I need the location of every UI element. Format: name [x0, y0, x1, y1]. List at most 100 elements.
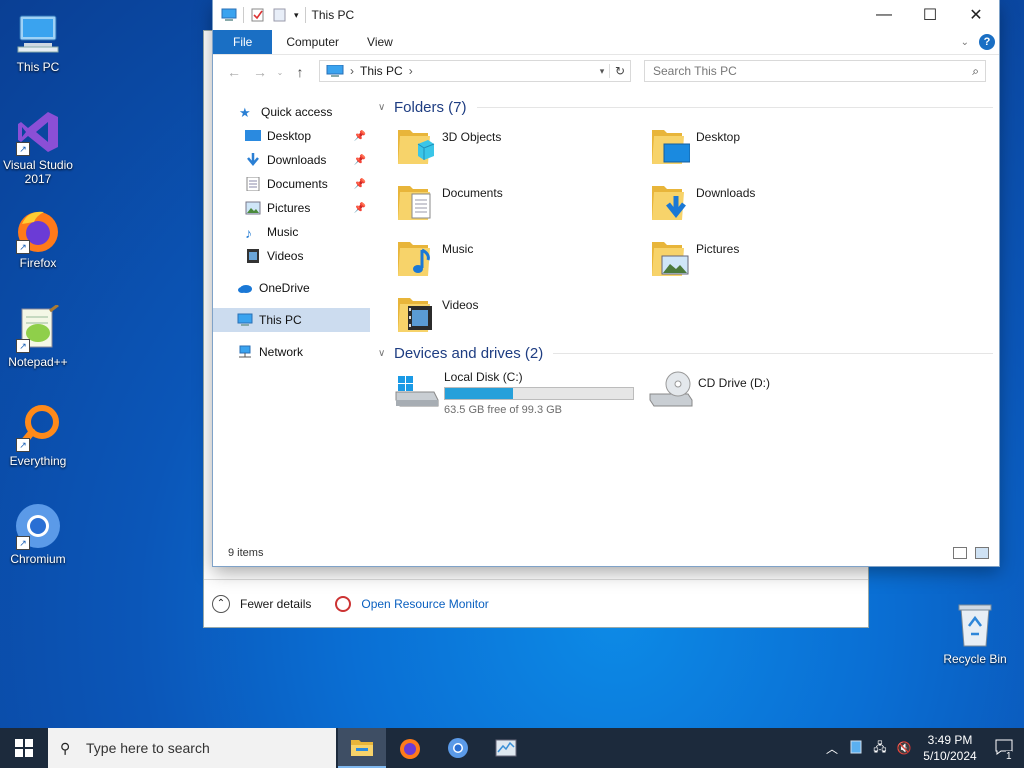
- desktop-icon-visual-studio[interactable]: ↗ Visual Studio 2017: [0, 108, 76, 186]
- details-view-icon[interactable]: [953, 547, 967, 559]
- explorer-window[interactable]: ▾ This PC — ☐ ✕ File Computer View ⌄ ? ←…: [213, 0, 999, 566]
- taskbar-search-input[interactable]: ⚲ Type here to search: [48, 728, 336, 768]
- start-button[interactable]: [0, 728, 48, 768]
- nav-downloads[interactable]: Downloads 📌: [213, 148, 370, 172]
- fewer-details-button[interactable]: Fewer details: [240, 597, 311, 611]
- chromium-icon: ↗: [14, 502, 62, 550]
- large-icons-view-icon[interactable]: [975, 547, 989, 559]
- desktop-icon-notepadpp[interactable]: ↗ Notepad++: [0, 303, 76, 369]
- close-button[interactable]: ✕: [953, 0, 999, 30]
- taskbar-file-explorer[interactable]: [338, 728, 386, 768]
- nav-network[interactable]: Network: [213, 340, 370, 364]
- desktop-icon-recycle-bin[interactable]: Recycle Bin: [937, 602, 1013, 666]
- search-icon[interactable]: ⌕: [972, 64, 979, 79]
- computer-icon: [237, 313, 253, 326]
- folders-group-header[interactable]: ∨ Folders (7): [378, 96, 993, 118]
- nav-label: Videos: [267, 249, 304, 263]
- drive-cd-d[interactable]: CD Drive (D:): [648, 370, 902, 416]
- nav-label: Network: [259, 345, 304, 359]
- 3d-objects-folder-icon: [396, 122, 436, 166]
- content-pane: ∨ Folders (7) 3D Objects Desktop Documen…: [378, 96, 993, 416]
- folder-label: Pictures: [696, 242, 740, 256]
- collapse-chevron-icon[interactable]: ∨: [378, 102, 394, 113]
- folder-downloads[interactable]: Downloads: [650, 178, 904, 224]
- star-icon: ★: [239, 105, 251, 120]
- desktop-icon-this-pc[interactable]: This PC: [0, 10, 76, 74]
- nav-pictures[interactable]: Pictures 📌: [213, 196, 370, 220]
- app-tray-icon[interactable]: [844, 740, 868, 757]
- nav-videos[interactable]: Videos: [213, 244, 370, 268]
- breadcrumb-separator-icon[interactable]: ›: [409, 64, 413, 78]
- nav-label: This PC: [259, 313, 302, 327]
- pin-icon[interactable]: 📌: [354, 131, 366, 142]
- separator: [243, 7, 244, 23]
- quick-access-toolbar: ▾: [213, 7, 306, 23]
- folder-videos[interactable]: Videos: [396, 290, 650, 336]
- devices-group-header[interactable]: ∨ Devices and drives (2): [378, 342, 993, 364]
- volume-muted-icon[interactable]: 🔇: [892, 741, 916, 755]
- notification-count-badge: 1: [1006, 750, 1012, 762]
- open-resource-monitor-link[interactable]: Open Resource Monitor: [361, 597, 488, 611]
- nav-documents[interactable]: Documents 📌: [213, 172, 370, 196]
- nav-label: OneDrive: [259, 281, 310, 295]
- show-hidden-icons-chevron-icon[interactable]: ︿: [820, 740, 844, 757]
- folder-3d-objects[interactable]: 3D Objects: [396, 122, 650, 168]
- expand-ribbon-chevron-icon[interactable]: ⌄: [961, 37, 969, 48]
- desktop-icon-firefox[interactable]: ↗ Firefox: [0, 206, 76, 270]
- forward-button[interactable]: →: [247, 64, 273, 80]
- folder-desktop[interactable]: Desktop: [650, 122, 904, 168]
- shortcut-arrow-icon: ↗: [16, 240, 30, 254]
- nav-desktop[interactable]: Desktop 📌: [213, 124, 370, 148]
- nav-music[interactable]: ♪ Music: [213, 220, 370, 244]
- properties-icon[interactable]: [250, 8, 266, 22]
- folder-documents[interactable]: Documents: [396, 178, 650, 224]
- tab-computer[interactable]: Computer: [272, 30, 353, 54]
- network-icon[interactable]: 🖧: [868, 738, 892, 759]
- new-folder-icon[interactable]: [272, 8, 288, 22]
- address-dropdown-icon[interactable]: ▾: [595, 66, 609, 77]
- pin-icon[interactable]: 📌: [354, 179, 366, 190]
- folder-music[interactable]: Music: [396, 234, 650, 280]
- desktop-icon-everything[interactable]: ↗ Everything: [0, 404, 76, 468]
- recent-locations-icon[interactable]: ⌄: [273, 68, 287, 77]
- nav-this-pc[interactable]: This PC: [213, 308, 370, 332]
- shortcut-arrow-icon: ↗: [16, 536, 30, 550]
- back-button[interactable]: ←: [221, 64, 247, 80]
- breadcrumb-separator-icon[interactable]: ›: [350, 64, 354, 78]
- minimize-button[interactable]: —: [861, 0, 907, 30]
- pin-icon[interactable]: 📌: [354, 203, 366, 214]
- search-input[interactable]: Search This PC ⌕: [644, 60, 986, 82]
- pin-icon[interactable]: 📌: [354, 155, 366, 166]
- collapse-arrow-icon[interactable]: ⌃: [212, 594, 230, 613]
- notifications-button[interactable]: 1: [984, 739, 1024, 762]
- nav-quick-access[interactable]: ★ Quick access: [213, 100, 370, 124]
- breadcrumb-this-pc[interactable]: This PC: [360, 64, 403, 78]
- network-icon: [239, 345, 251, 358]
- nav-onedrive[interactable]: OneDrive: [213, 276, 370, 300]
- pictures-icon: [245, 201, 261, 215]
- help-icon[interactable]: ?: [979, 34, 995, 50]
- computer-icon: [326, 65, 344, 77]
- desktop-icon-chromium[interactable]: ↗ Chromium: [0, 502, 76, 566]
- nav-label: Music: [267, 225, 299, 239]
- task-manager-footer: ⌃ Fewer details Open Resource Monitor: [204, 579, 868, 627]
- taskbar-task-manager[interactable]: [482, 728, 530, 768]
- refresh-icon[interactable]: ↻: [609, 64, 630, 78]
- tab-view[interactable]: View: [353, 30, 407, 54]
- address-bar[interactable]: › This PC › ▾ ↻: [319, 60, 631, 82]
- customize-toolbar-dropdown-icon[interactable]: ▾: [294, 10, 299, 21]
- music-folder-icon: [396, 234, 436, 278]
- taskbar-chromium[interactable]: [434, 728, 482, 768]
- collapse-chevron-icon[interactable]: ∨: [378, 348, 394, 359]
- taskbar-firefox[interactable]: [386, 728, 434, 768]
- windows-logo-icon: [15, 739, 33, 757]
- folder-label: Videos: [442, 298, 479, 312]
- maximize-button[interactable]: ☐: [907, 0, 953, 30]
- drive-local-disk-c[interactable]: Local Disk (C:) 63.5 GB free of 99.3 GB: [394, 370, 648, 416]
- title-bar[interactable]: ▾ This PC — ☐ ✕: [213, 0, 999, 30]
- clock[interactable]: 3:49 PM 5/10/2024: [916, 732, 984, 764]
- up-button[interactable]: ↑: [287, 64, 313, 80]
- folder-pictures[interactable]: Pictures: [650, 234, 904, 280]
- folder-label: Downloads: [696, 186, 756, 200]
- tab-file[interactable]: File: [213, 30, 273, 54]
